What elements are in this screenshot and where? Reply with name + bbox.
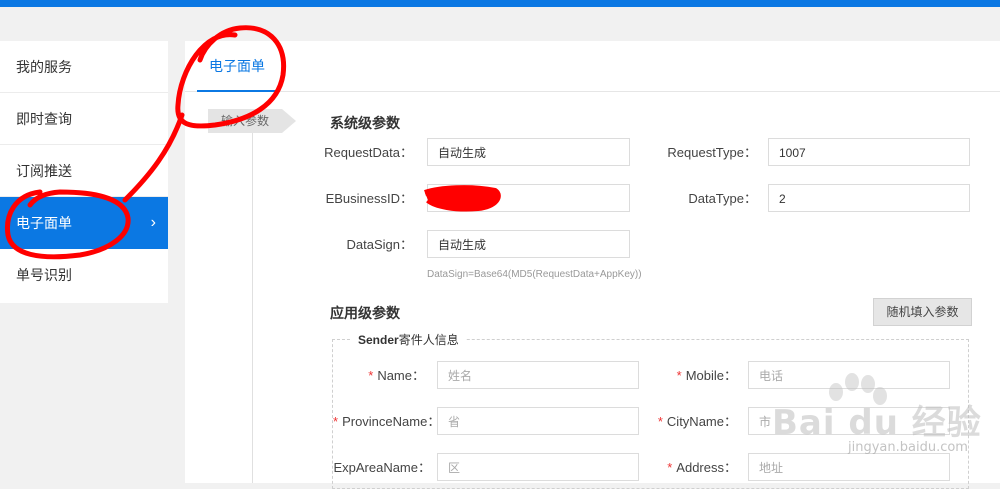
tab-bar: 电子面单 — [185, 41, 1000, 92]
sidebar-item-subscription-push[interactable]: 订阅推送 — [0, 145, 168, 197]
step-arrow-icon — [282, 109, 296, 133]
watermark-url: jingyan.baidu.com — [848, 440, 968, 455]
sidebar-item-number-recognition[interactable]: 单号识别 — [0, 249, 168, 301]
tab-electronic-waybill[interactable]: 电子面单 — [197, 41, 277, 92]
chevron-right-icon: › — [150, 214, 156, 231]
sidebar: 我的服务 即时查询 订阅推送 电子面单 › 单号识别 — [0, 41, 168, 303]
top-accent-bar — [0, 0, 1000, 7]
request-data-field[interactable]: 自动生成 — [427, 138, 630, 166]
app-params-title: 应用级参数 — [330, 305, 400, 321]
mobile-input[interactable]: 电话 — [748, 361, 950, 389]
address-input[interactable]: 地址 — [748, 453, 950, 481]
sidebar-item-instant-query[interactable]: 即时查询 — [0, 93, 168, 145]
ebusiness-id-label: EBusinessID： — [325, 191, 413, 206]
mobile-label: * Mobile： — [676, 368, 737, 383]
name-input[interactable]: 姓名 — [437, 361, 639, 389]
name-label: * Name： — [368, 368, 425, 383]
exp-area-label: ExpAreaName： — [333, 460, 431, 475]
random-fill-button[interactable]: 随机填入参数 — [873, 298, 972, 326]
data-type-field[interactable]: 2 — [768, 184, 970, 212]
sender-legend-bold: Sender — [358, 333, 399, 347]
sidebar-item-electronic-waybill[interactable]: 电子面单 › — [0, 197, 168, 249]
ebusiness-id-field[interactable] — [427, 184, 630, 212]
data-sign-field[interactable]: 自动生成 — [427, 230, 630, 258]
sidebar-item-my-services[interactable]: 我的服务 — [0, 41, 168, 93]
request-data-label: RequestData： — [324, 145, 413, 160]
watermark-text: Bai du 经验 — [772, 403, 982, 443]
address-label: * Address： — [667, 460, 737, 475]
city-label: * CityName： — [657, 414, 737, 429]
province-label: * ProvinceName： — [333, 414, 441, 429]
sender-legend-text: 寄件人信息 — [398, 333, 459, 347]
system-params-title: 系统级参数 — [330, 115, 400, 131]
sender-legend: Sender寄件人信息 — [352, 331, 465, 348]
data-type-label: DataType： — [688, 191, 757, 206]
exp-area-input[interactable]: 区 — [437, 453, 639, 481]
sidebar-item-label: 即时查询 — [16, 111, 72, 127]
data-sign-label: DataSign： — [346, 237, 413, 252]
data-sign-hint: DataSign=Base64(MD5(RequestData+AppKey)) — [427, 269, 642, 280]
request-type-field[interactable]: 1007 — [768, 138, 970, 166]
step-timeline — [252, 133, 253, 483]
request-type-label: RequestType： — [667, 145, 757, 160]
sidebar-item-label: 电子面单 — [16, 215, 72, 231]
sidebar-item-label: 订阅推送 — [16, 163, 72, 179]
province-input[interactable]: 省 — [437, 407, 639, 435]
sidebar-item-label: 单号识别 — [16, 267, 72, 283]
step-input-params: 输入参数 — [208, 109, 282, 133]
sidebar-item-label: 我的服务 — [16, 59, 72, 75]
